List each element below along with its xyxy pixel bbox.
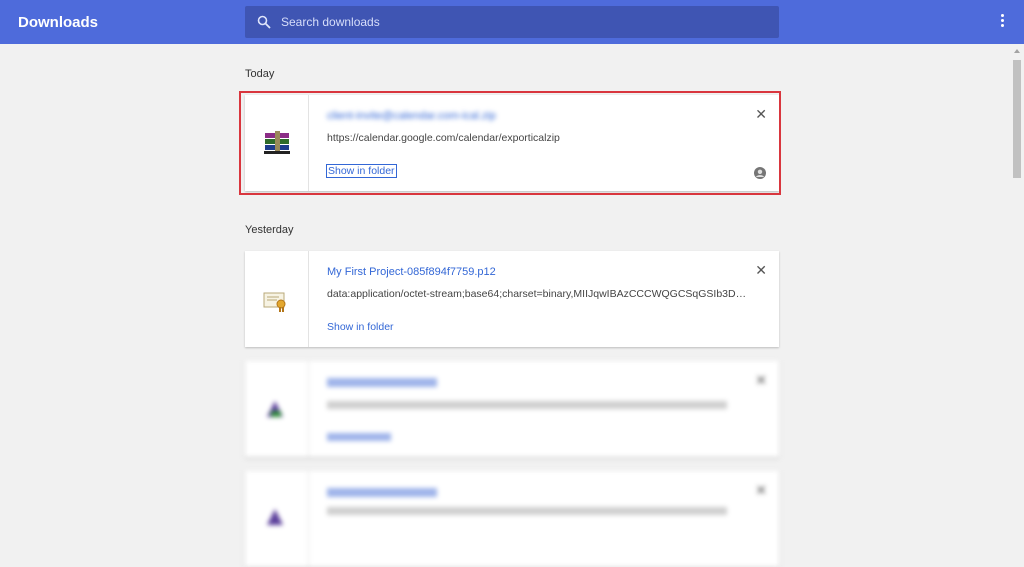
scroll-up-icon[interactable]: [1014, 49, 1020, 53]
download-item-2: My First Project-085f894f7759.p12 data:a…: [245, 251, 779, 347]
highlight-annotation: [239, 91, 781, 195]
more-vert-icon[interactable]: [994, 12, 1010, 32]
close-icon[interactable]: ✕: [755, 372, 767, 389]
download-url[interactable]: [327, 401, 727, 409]
scrollbar-thumb[interactable]: [1013, 60, 1021, 178]
download-filename[interactable]: [327, 378, 437, 387]
download-filename[interactable]: My First Project-085f894f7759.p12: [327, 266, 496, 278]
show-in-folder-link[interactable]: [327, 433, 391, 441]
installer-icon: [267, 401, 283, 417]
installer-icon: [267, 509, 283, 525]
close-icon[interactable]: ✕: [755, 482, 767, 499]
toolbar: Downloads: [0, 0, 1024, 44]
scrollbar[interactable]: [1010, 44, 1024, 522]
section-yesterday: Yesterday: [245, 224, 294, 236]
search-input[interactable]: [279, 6, 761, 38]
download-item-4: ✕: [245, 471, 779, 567]
download-url[interactable]: data:application/octet-stream;base64;cha…: [327, 288, 747, 300]
download-url[interactable]: [327, 507, 727, 515]
download-item-3: ✕: [245, 361, 779, 457]
download-filename[interactable]: [327, 488, 437, 497]
page-title: Downloads: [18, 14, 99, 31]
close-icon[interactable]: ✕: [755, 262, 767, 279]
search-box[interactable]: [245, 6, 779, 38]
search-icon: [257, 15, 271, 29]
section-today: Today: [245, 68, 275, 80]
certificate-icon: [263, 292, 286, 312]
show-in-folder-link[interactable]: Show in folder: [327, 321, 394, 333]
